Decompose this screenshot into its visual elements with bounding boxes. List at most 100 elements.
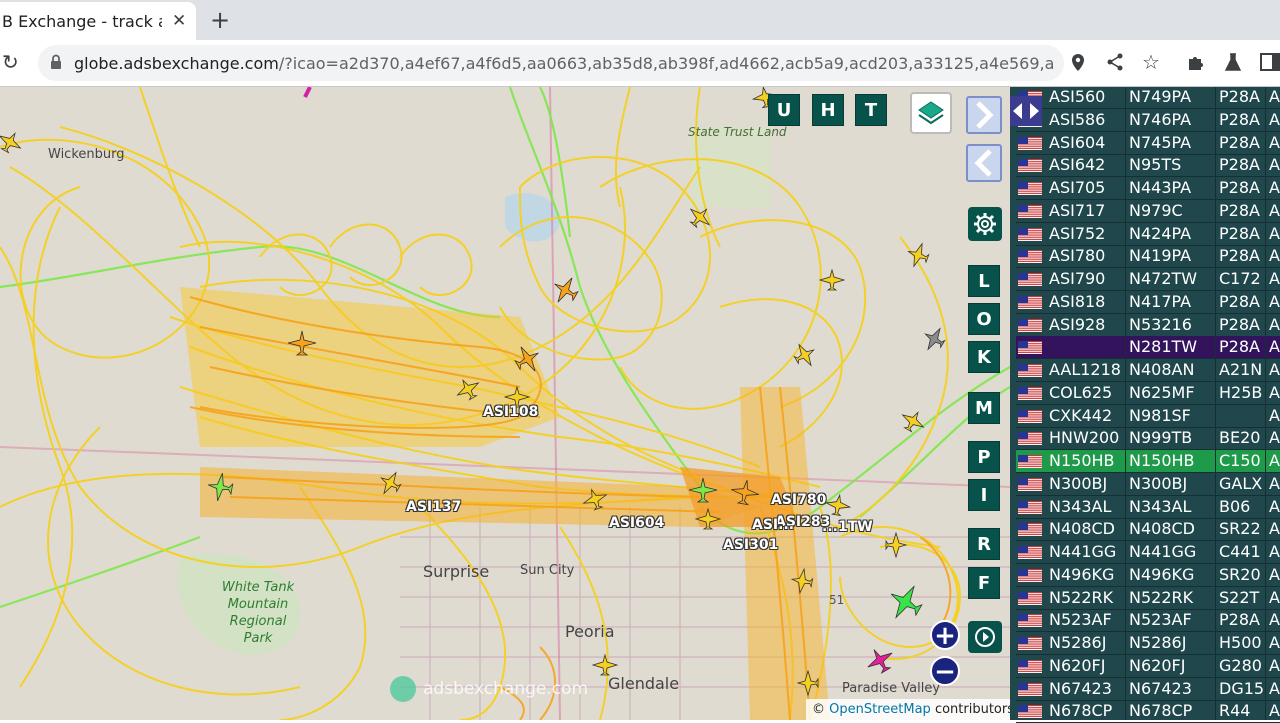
table-row[interactable]: ASI752 N424PA P28A A: [1016, 223, 1280, 245]
table-row[interactable]: COL625 N625MF H25B A: [1016, 382, 1280, 404]
button-k[interactable]: K: [968, 341, 1000, 373]
cell-callsign: N67423: [1049, 678, 1112, 698]
omnibox[interactable]: globe.adsbexchange.com/?icao=a2d370,a4ef…: [38, 45, 1064, 81]
table-row[interactable]: ASI928 N53216 P28A A: [1016, 314, 1280, 336]
new-tab-button[interactable]: +: [210, 6, 230, 34]
table-row[interactable]: N620FJ N620FJ G280 A: [1016, 655, 1280, 677]
cell-extra: A: [1269, 587, 1280, 607]
table-row[interactable]: ASI717 N979C P28A A: [1016, 200, 1280, 222]
table-row[interactable]: ASI586 N746PA P28A A: [1016, 109, 1280, 131]
aircraft-label[interactable]: ASI137: [406, 499, 461, 515]
us-flag-icon: [1018, 386, 1042, 400]
cell-extra: A: [1269, 360, 1280, 379]
map-attribution: © OpenStreetMap contributors.: [806, 699, 1025, 720]
button-t[interactable]: T: [855, 94, 887, 126]
button-o[interactable]: O: [968, 303, 1000, 335]
cell-extra: A: [1269, 610, 1280, 630]
table-row[interactable]: N408CD N408CD SR22 A: [1016, 518, 1280, 540]
cell-callsign: HNW200: [1049, 428, 1120, 448]
button-h[interactable]: H: [812, 94, 844, 126]
table-row[interactable]: ASI642 N95TS P28A A: [1016, 154, 1280, 176]
table-row[interactable]: N343AL N343AL B06 A: [1016, 496, 1280, 518]
map-view[interactable]: State Trust Land Surprise Sun City Peori…: [0, 87, 1010, 720]
aircraft-label[interactable]: ASI...: [752, 517, 794, 533]
button-f[interactable]: F: [968, 567, 1000, 599]
table-row[interactable]: ASI790 N472TW C172 A: [1016, 268, 1280, 290]
button-i[interactable]: I: [968, 479, 1000, 511]
button-l[interactable]: L: [968, 265, 1000, 297]
table-row[interactable]: N678CP N678CP R44 A: [1016, 700, 1280, 722]
url-text[interactable]: globe.adsbexchange.com/?icao=a2d370,a4ef…: [74, 54, 1054, 73]
aircraft-label[interactable]: ...1TW: [822, 519, 873, 535]
table-row[interactable]: N5286J N5286J H500 A: [1016, 632, 1280, 654]
table-row[interactable]: ASI604 N745PA P28A A: [1016, 132, 1280, 154]
aircraft-label[interactable]: ASI780: [771, 492, 826, 508]
lock-icon: [51, 54, 61, 69]
browser-tab[interactable]: B Exchange - track ai ✕: [0, 2, 196, 40]
panel-resize-toggle[interactable]: [1010, 96, 1042, 126]
cell-reg: N678CP: [1129, 701, 1193, 721]
settings-button[interactable]: [968, 207, 1002, 241]
us-flag-icon: [1018, 455, 1042, 468]
share-icon[interactable]: [1106, 53, 1124, 71]
attribution-prefix: ©: [812, 702, 830, 717]
flask-icon[interactable]: [1224, 53, 1242, 71]
extensions-icon[interactable]: [1187, 53, 1205, 71]
button-p[interactable]: P: [968, 441, 1000, 473]
cell-reg: N408AN: [1129, 360, 1195, 379]
button-m[interactable]: M: [968, 392, 1000, 424]
table-row[interactable]: N300BJ N300BJ GALX A: [1016, 473, 1280, 495]
table-row[interactable]: N67423 N67423 DG15 A: [1016, 678, 1280, 700]
place-label-paradise-valley: Paradise Valley: [842, 681, 941, 696]
cell-reg: N999TB: [1129, 428, 1193, 448]
zoom-out-button[interactable]: −: [930, 656, 960, 686]
table-row[interactable]: N523AF N523AF P28A A: [1016, 609, 1280, 631]
table-row[interactable]: N522RK N522RK S22T A: [1016, 587, 1280, 609]
cell-reg: N620FJ: [1129, 655, 1186, 675]
cell-extra: A: [1269, 132, 1280, 152]
side-panel-icon[interactable]: [1260, 53, 1280, 71]
cell-reg: N419PA: [1129, 246, 1192, 266]
table-row[interactable]: N496KG N496KG SR20 A: [1016, 564, 1280, 586]
us-flag-icon: [1018, 204, 1042, 218]
cell-callsign: N343AL: [1049, 496, 1112, 516]
cell-type: A21N: [1219, 360, 1263, 379]
button-r[interactable]: R: [968, 528, 1000, 560]
cell-reg: N745PA: [1129, 132, 1192, 152]
park-label-line: Mountain: [227, 597, 289, 612]
table-row[interactable]: HNW200 N999TB BE20 A: [1016, 427, 1280, 449]
aircraft-label[interactable]: ASI108: [483, 404, 538, 420]
cell-type: C172: [1219, 269, 1261, 288]
next-panel-button[interactable]: [966, 96, 1002, 134]
cell-extra: A: [1269, 496, 1280, 516]
cell-extra: A: [1269, 564, 1280, 584]
close-tab-icon[interactable]: ✕: [172, 11, 186, 31]
table-row[interactable]: N441GG N441GG C441 A: [1016, 541, 1280, 563]
cell-callsign: COL625: [1049, 382, 1113, 402]
layers-button[interactable]: [910, 92, 952, 134]
cell-type: B06: [1219, 496, 1251, 516]
button-u[interactable]: U: [768, 94, 800, 126]
replay-button[interactable]: [968, 621, 1002, 653]
table-row[interactable]: ASI818 N417PA P28A A: [1016, 291, 1280, 313]
table-row[interactable]: N150HB N150HB C150 A: [1016, 450, 1280, 472]
table-row[interactable]: ASI560 N749PA P28A A: [1016, 86, 1280, 108]
prev-panel-button[interactable]: [966, 144, 1002, 182]
aircraft-label[interactable]: ASI604: [609, 515, 664, 531]
zoom-in-button[interactable]: +: [930, 620, 960, 650]
cell-reg: N496KG: [1129, 564, 1195, 584]
aircraft-label[interactable]: ASI301: [723, 537, 778, 553]
table-row[interactable]: ASI780 N419PA P28A A: [1016, 245, 1280, 267]
us-flag-icon: [1018, 318, 1042, 332]
star-icon[interactable]: ☆: [1142, 50, 1160, 74]
location-pin-icon[interactable]: [1070, 53, 1086, 73]
cell-type: DG15: [1219, 678, 1265, 698]
table-row[interactable]: AAL1218 N408AN A21N A: [1016, 359, 1280, 381]
table-row[interactable]: N281TW P28A A: [1016, 336, 1280, 359]
table-row[interactable]: CXK442 N981SF A: [1016, 405, 1280, 427]
cell-reg: N749PA: [1129, 87, 1192, 106]
table-row[interactable]: ASI705 N443PA P28A A: [1016, 177, 1280, 199]
cell-type: C441: [1219, 542, 1261, 561]
openstreetmap-link[interactable]: OpenStreetMap: [829, 702, 931, 717]
reload-icon[interactable]: ↻: [2, 50, 19, 74]
